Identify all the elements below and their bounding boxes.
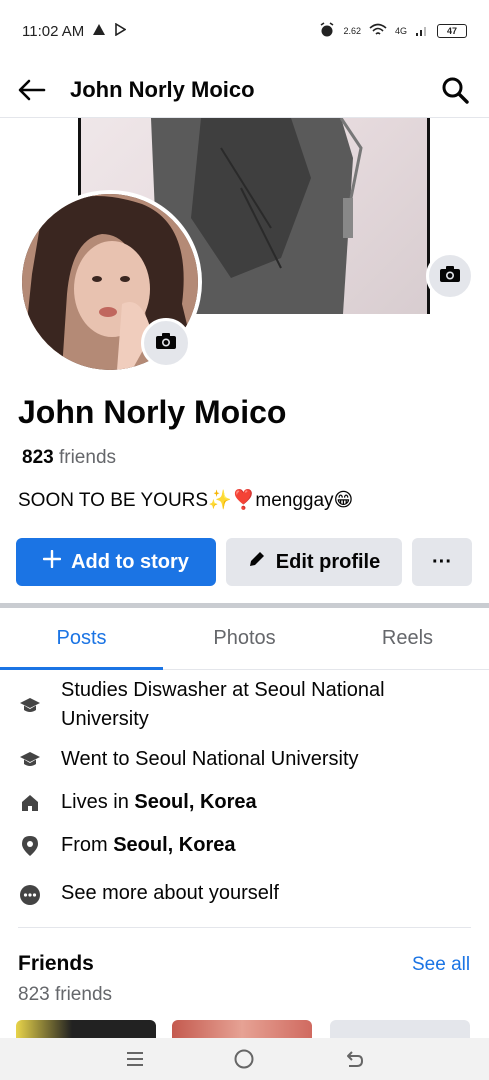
battery-icon: 47 [437, 24, 467, 38]
detail-studies-text: Studies Diswasher at Seoul National Univ… [61, 679, 385, 730]
more-dots-icon: ··· [432, 550, 452, 573]
edit-profile-label: Edit profile [275, 550, 381, 573]
add-to-story-label: Add to story [71, 550, 189, 573]
alarm-icon [319, 22, 335, 40]
see-all-friends-link[interactable]: See all [412, 954, 470, 976]
play-icon [114, 22, 127, 40]
profile-name: John Norly Moico [18, 394, 287, 430]
lives-place: Seoul, Korea [134, 791, 257, 813]
tab-reels[interactable]: Reels [326, 608, 489, 669]
more-dots-icon [18, 883, 42, 907]
network-speed: 2.62 [343, 26, 361, 36]
from-place: Seoul, Korea [113, 834, 236, 856]
location-pin-icon [18, 834, 42, 858]
status-time: 11:02 AM [22, 22, 85, 40]
top-app-bar: John Norly Moico [0, 62, 489, 118]
tab-photos[interactable]: Photos [163, 608, 326, 669]
network-type: 4G [394, 26, 407, 36]
pencil-icon [248, 550, 266, 574]
detail-went-to-text: Went to Seoul National University [61, 748, 359, 770]
profile-tabs: Posts Photos Reels [0, 608, 489, 670]
wifi-icon [369, 23, 387, 39]
more-options-button[interactable]: ··· [412, 538, 472, 586]
system-nav-bar [0, 1038, 489, 1080]
camera-icon [155, 332, 177, 355]
friends-section-title: Friends [18, 952, 94, 975]
divider [18, 927, 471, 928]
detail-from-text: From Seoul, Korea [61, 831, 461, 860]
from-prefix: From [61, 834, 114, 856]
detail-lives-in-text: Lives in Seoul, Korea [61, 788, 461, 817]
signal-icon [415, 23, 429, 39]
lives-prefix: Lives in [61, 791, 135, 813]
camera-icon [439, 265, 461, 288]
home-circle-icon[interactable] [226, 1044, 262, 1074]
menu-icon[interactable] [117, 1044, 153, 1074]
cover-camera-button[interactable] [426, 252, 474, 300]
avatar-camera-button[interactable] [141, 318, 191, 368]
alert-icon [92, 23, 106, 40]
friend-count[interactable]: 823 friends [22, 447, 116, 469]
header-title: John Norly Moico [70, 76, 255, 102]
friend-count-label: friends [58, 447, 117, 468]
back-nav-icon[interactable] [336, 1044, 372, 1074]
graduation-cap-icon [18, 694, 42, 718]
profile-actions: Add to story Edit profile ··· [16, 538, 473, 586]
edit-profile-button[interactable]: Edit profile [226, 538, 402, 586]
home-icon [18, 791, 42, 815]
search-icon[interactable] [439, 74, 471, 106]
status-bar: 11:02 AM 2.62 4G 47 [0, 0, 489, 62]
back-arrow-icon[interactable] [18, 75, 48, 105]
profile-bio: SOON TO BE YOURS✨❣️menggay😁 [18, 490, 354, 511]
tab-posts[interactable]: Posts [0, 608, 163, 670]
graduation-cap-icon [18, 748, 42, 772]
plus-icon [42, 549, 62, 574]
friend-count-number: 823 [22, 447, 54, 468]
detail-see-more-text: See more about yourself [61, 882, 279, 904]
friends-count-subtitle: 823 friends [18, 984, 113, 1005]
add-to-story-button[interactable]: Add to story [16, 538, 216, 586]
